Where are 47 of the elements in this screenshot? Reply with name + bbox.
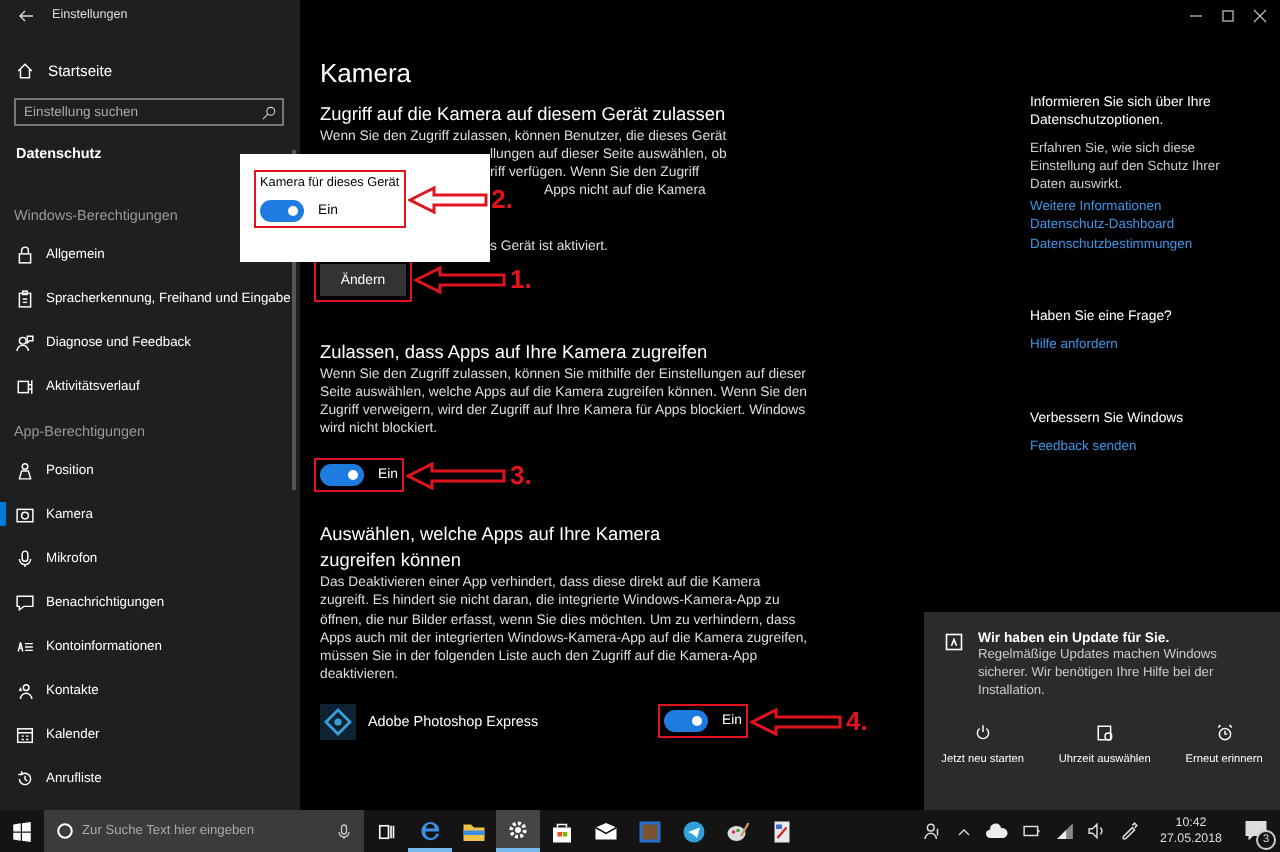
back-arrow-icon[interactable] [18,7,34,23]
page-title: Kamera [320,56,412,90]
pen-icon[interactable] [1120,822,1139,840]
lock-icon [16,245,34,263]
people-icon [16,681,34,699]
speaker-icon[interactable] [1088,822,1107,840]
timeline-icon [16,377,34,395]
update-icon [944,632,964,652]
signal-icon[interactable] [1056,822,1075,840]
annotation-arrow [405,461,506,490]
windows-start-icon[interactable] [12,821,32,841]
microphone-icon[interactable] [336,823,352,839]
camera-icon [16,505,34,523]
microphone-icon [16,549,34,567]
cloud-icon[interactable] [986,822,1009,840]
person-pin-icon [16,461,34,479]
annotation-number: 2. [491,183,513,215]
annotation-number: 1. [510,264,532,296]
app-icon [320,703,356,740]
calendar-icon [16,725,34,743]
annotation-arrow [414,266,506,294]
battery-icon[interactable] [1022,822,1043,840]
annotation-arrow [749,707,842,736]
cortana-icon[interactable] [56,822,74,840]
search-icon [262,105,276,119]
maximize-icon[interactable] [1220,7,1236,23]
section-heading: Zulassen, dass Apps auf Ihre Kamera zugreifen [320,340,708,366]
power-icon [973,724,992,742]
annotation-number: 4. [845,705,868,738]
task-view-icon[interactable] [376,821,396,841]
gear-icon[interactable] [496,810,540,852]
calendar-clock-icon [1095,724,1114,742]
speech-bubble-icon [16,593,34,611]
alarm-clock-icon [1215,724,1234,742]
home-icon [16,61,34,79]
close-icon[interactable] [1252,7,1268,23]
people-icon[interactable] [924,822,943,840]
history-icon [16,769,34,787]
annotation-number: 3. [509,459,532,492]
annotation-box [314,458,404,493]
person-feedback-icon [16,333,34,351]
clipboard-icon [16,289,34,307]
section-heading: Auswählen, welche Apps auf Ihre Kamera zugreifen können [320,522,663,575]
annotation-box [658,704,748,739]
account-list-icon [16,637,34,655]
annotation-arrow [407,185,488,213]
section-heading: Zugriff auf die Kamera auf diesem Gerät zulassen [320,102,726,128]
